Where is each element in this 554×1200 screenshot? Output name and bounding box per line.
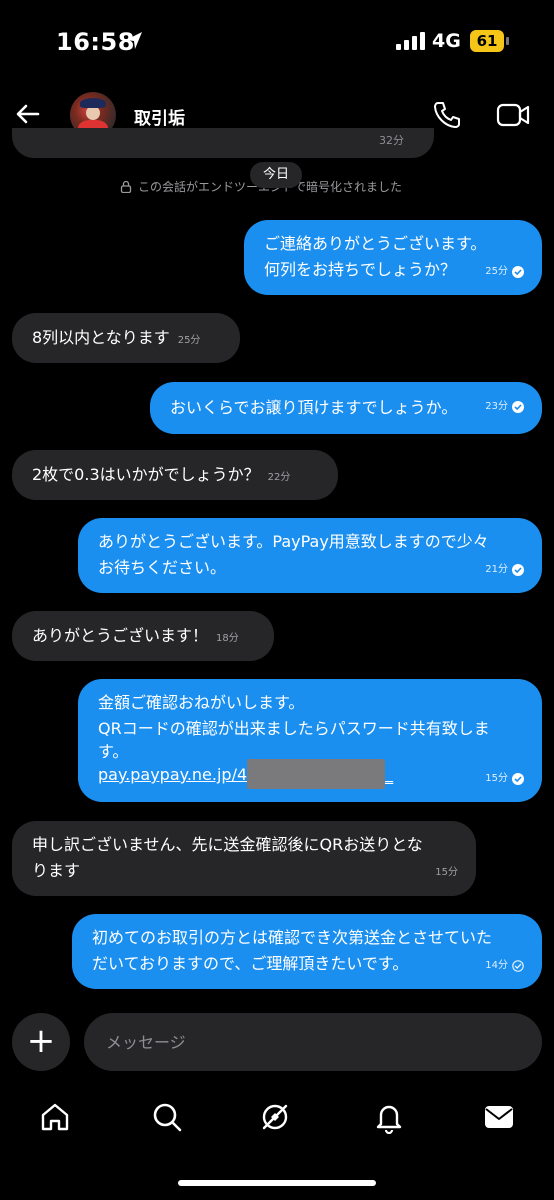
message-input[interactable] — [106, 1027, 516, 1057]
previous-message-bubble: 32分 — [12, 128, 434, 158]
link-text[interactable]: pay.paypay.ne.jp/4 — [98, 765, 247, 784]
message-text: 何列をお持ちでしょうか？ — [264, 260, 457, 279]
network-type: 4G — [432, 30, 461, 52]
date-separator: 今日 — [250, 162, 302, 188]
redacted-block — [247, 758, 386, 789]
back-arrow-icon[interactable] — [14, 100, 42, 128]
message-time: 18分 — [216, 633, 239, 644]
message-time: 15分 — [485, 773, 508, 784]
message-time: 22分 — [267, 472, 291, 483]
link-text[interactable]: _ — [385, 765, 393, 784]
outgoing-message[interactable]: おいくらでお譲り頂けますでしょうか。 23分 — [150, 382, 542, 434]
outgoing-message[interactable]: 金額ご確認おねがいします。 QRコードの確認が出来ましたらパスワード共有致しま … — [78, 679, 542, 802]
battery-icon: 61 — [470, 30, 510, 52]
incoming-message[interactable]: 申し訳ございません、先に送金確認後にQRお送りとな ります 15分 — [12, 821, 476, 896]
message-text: ります — [32, 861, 81, 880]
message-text: 金額ご確認おねがいします。 — [98, 693, 305, 712]
message-text: 8列以内となります — [32, 328, 170, 347]
lock-icon — [120, 180, 132, 193]
read-receipt-icon — [512, 564, 524, 576]
message-text: ありがとうございます。PayPay用意致しますので少々 — [98, 532, 489, 551]
outgoing-message[interactable]: 初めてのお取引の方とは確認でき次第送金とさせていた だいておりますので、ご理解頂… — [72, 914, 542, 989]
message-text: QRコードの確認が出来ましたらパスワード共有致しま — [98, 719, 490, 738]
home-icon[interactable] — [38, 1100, 72, 1134]
bottom-nav — [0, 1090, 554, 1150]
outgoing-message[interactable]: ありがとうございます。PayPay用意致しますので少々 お待ちください。 21分 — [78, 518, 542, 593]
message-text: おいくらでお譲り頂けますでしょうか。 — [170, 398, 458, 417]
read-receipt-icon — [512, 773, 524, 785]
signal-icon — [396, 32, 425, 50]
message-composer[interactable] — [84, 1013, 542, 1071]
contact-name[interactable]: 取引垢 — [134, 104, 185, 129]
notifications-icon[interactable] — [372, 1100, 406, 1134]
message-text: ありがとうございます！ — [32, 626, 209, 645]
message-text: だいておりますので、ご理解頂きたいです。 — [92, 954, 409, 973]
message-time: 25分 — [485, 266, 508, 277]
status-bar: 16:58 4G 61 — [0, 0, 554, 84]
message-text: 申し訳ございません、先に送金確認後にQRお送りとな — [32, 835, 423, 854]
message-time: 14分 — [485, 960, 508, 971]
payment-link[interactable]: pay.paypay.ne.jp/4 _ — [98, 758, 522, 789]
message-text: ご連絡ありがとうございます。 — [264, 234, 487, 253]
message-time: 21分 — [485, 564, 508, 575]
home-indicator — [178, 1180, 376, 1186]
message-time: 25分 — [177, 335, 201, 346]
add-attachment-button[interactable]: + — [12, 1013, 70, 1071]
inbox-icon[interactable] — [482, 1100, 516, 1134]
message-text: お待ちください。 — [98, 558, 227, 577]
outgoing-message[interactable]: ご連絡ありがとうございます。 何列をお持ちでしょうか？ 25分 — [244, 220, 542, 295]
message-time: 32分 — [379, 134, 404, 147]
incoming-message[interactable]: ありがとうございます！ 18分 — [12, 611, 274, 661]
message-text: 2枚で0.3はいかがでしょうか？ — [32, 465, 260, 484]
message-time: 23分 — [485, 401, 508, 412]
incoming-message[interactable]: 8列以内となります 25分 — [12, 313, 240, 363]
read-receipt-icon — [512, 401, 524, 413]
read-receipt-icon — [512, 266, 524, 278]
video-call-icon[interactable] — [496, 102, 530, 128]
message-time: 15分 — [435, 867, 458, 878]
plus-icon: + — [26, 1021, 56, 1061]
incoming-message[interactable]: 2枚で0.3はいかがでしょうか？ 22分 — [12, 450, 338, 500]
phone-icon[interactable] — [432, 100, 462, 130]
message-text: 初めてのお取引の方とは確認でき次第送金とさせていた — [92, 928, 493, 947]
explore-icon[interactable] — [258, 1100, 292, 1134]
search-icon[interactable] — [150, 1100, 184, 1134]
sent-receipt-icon — [512, 960, 524, 972]
location-arrow-icon — [126, 32, 142, 49]
battery-level: 61 — [470, 30, 504, 52]
